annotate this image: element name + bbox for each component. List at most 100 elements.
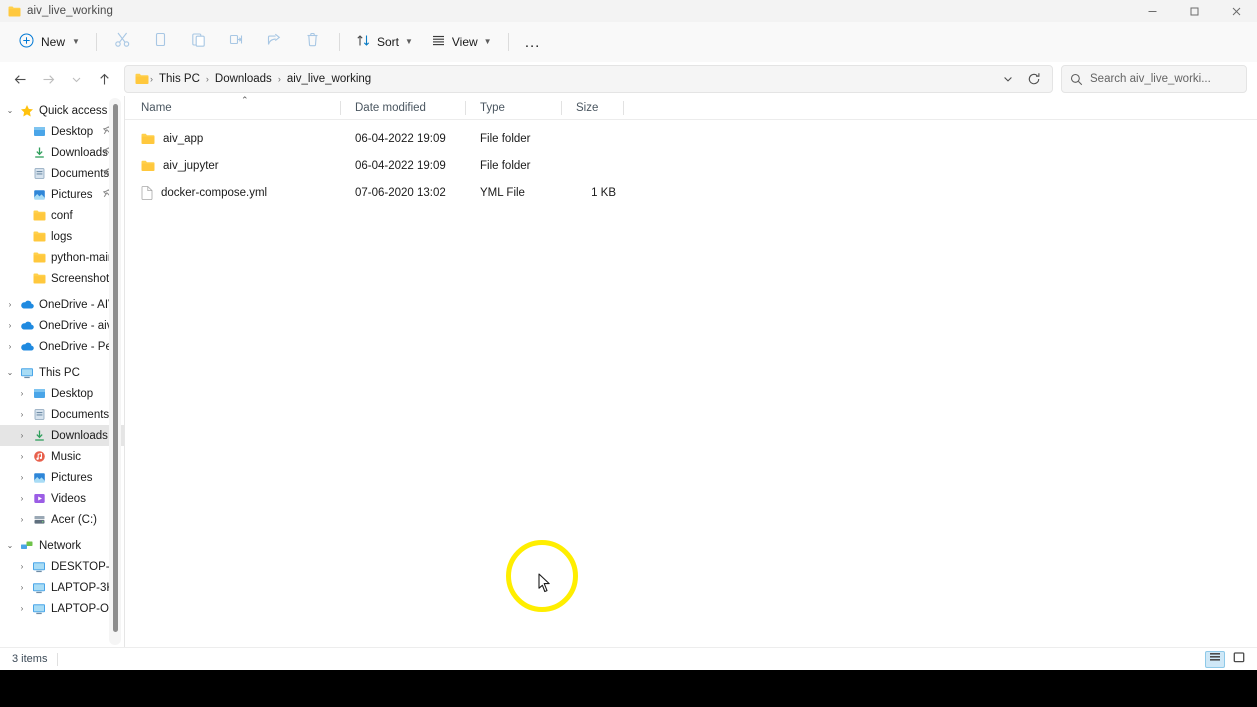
close-button[interactable]: [1215, 0, 1257, 22]
sidebar-item-laptop-3kefof[interactable]: › LAPTOP-3KEFOF: [0, 577, 124, 598]
chevron-right-icon[interactable]: ›: [14, 583, 30, 592]
chevron-right-icon[interactable]: ›: [14, 410, 30, 419]
maximize-button[interactable]: [1173, 0, 1215, 22]
chevron-down-icon[interactable]: ⌄: [2, 541, 18, 550]
file-date-cell: 06-04-2022 19:09: [355, 159, 446, 172]
share-button[interactable]: [256, 27, 294, 57]
chevron-down-icon[interactable]: ⌄: [2, 368, 18, 377]
chevron-right-icon[interactable]: ›: [14, 452, 30, 461]
column-header-size[interactable]: Size: [562, 96, 624, 120]
forward-button[interactable]: [34, 65, 62, 93]
search-icon: [1070, 73, 1083, 86]
sidebar-item-videos[interactable]: › Videos: [0, 488, 124, 509]
address-bar-actions: [996, 67, 1046, 91]
sidebar-item-desktop-6t51e[interactable]: › DESKTOP-6T51E: [0, 556, 124, 577]
sidebar-item-conf[interactable]: conf: [0, 205, 124, 226]
breadcrumb-item-downloads[interactable]: Downloads: [210, 71, 277, 87]
paste-button[interactable]: [180, 27, 218, 57]
sidebar-item-label: OneDrive - AIVHU: [39, 298, 120, 311]
chevron-down-icon: ▼: [72, 37, 80, 46]
table-row[interactable]: aiv_app 06-04-2022 19:09 File folder: [125, 125, 1257, 152]
file-type-cell: File folder: [480, 132, 531, 145]
new-button[interactable]: New ▼: [12, 28, 89, 56]
minimize-button[interactable]: [1131, 0, 1173, 22]
sidebar-item-pictures-quick[interactable]: Pictures: [0, 184, 124, 205]
ellipsis-icon: ...: [524, 33, 541, 51]
up-button[interactable]: [90, 65, 118, 93]
chevron-right-icon[interactable]: ›: [2, 321, 18, 330]
sidebar-item-screenshots[interactable]: Screenshots: [0, 268, 124, 289]
sidebar-item-label: Videos: [51, 492, 86, 505]
column-header-name[interactable]: Name ⌃: [141, 94, 341, 120]
cut-button[interactable]: [104, 27, 142, 57]
sidebar-item-music[interactable]: › Music: [0, 446, 124, 467]
delete-button[interactable]: [294, 27, 332, 57]
file-size-cell: 1 KB: [591, 186, 616, 199]
sidebar-item-onedrive-aivhu[interactable]: › OneDrive - AIVHU: [0, 294, 124, 315]
sidebar-item-label: Screenshots: [51, 272, 115, 285]
sidebar-item-label: Desktop: [51, 125, 94, 138]
sidebar-item-onedrive-personal[interactable]: › OneDrive - Person: [0, 336, 124, 357]
chevron-right-icon[interactable]: ›: [14, 431, 30, 440]
copy-button[interactable]: [142, 27, 180, 57]
sidebar-item-logs[interactable]: logs: [0, 226, 124, 247]
sidebar-item-onedrive-aivhub[interactable]: › OneDrive - aivhub: [0, 315, 124, 336]
sidebar-item-this-pc[interactable]: ⌄ This PC: [0, 362, 124, 383]
window-title: aiv_live_working: [27, 5, 113, 17]
documents-icon: [30, 167, 48, 180]
sidebar-scrollbar[interactable]: [109, 98, 121, 645]
chevron-right-icon[interactable]: ›: [14, 604, 30, 613]
table-row[interactable]: docker-compose.yml 07-06-2020 13:02 YML …: [125, 179, 1257, 206]
folder-icon: [30, 210, 48, 221]
refresh-button[interactable]: [1022, 67, 1046, 91]
sidebar-item-laptop-on5q6[interactable]: › LAPTOP-ON5Q6: [0, 598, 124, 619]
sidebar-item-quick-access[interactable]: ⌄ Quick access: [0, 100, 124, 121]
chevron-right-icon[interactable]: ›: [14, 515, 30, 524]
table-row[interactable]: aiv_jupyter 06-04-2022 19:09 File folder: [125, 152, 1257, 179]
file-list-pane: Name ⌃ Date modified Type Size aiv_app 0…: [125, 94, 1257, 647]
sidebar-item-documents-quick[interactable]: Documents: [0, 163, 124, 184]
chevron-right-icon[interactable]: ›: [14, 494, 30, 503]
computer-icon: [30, 603, 48, 615]
sidebar-item-documents-pc[interactable]: › Documents: [0, 404, 124, 425]
chevron-right-icon[interactable]: ›: [2, 342, 18, 351]
sidebar-scrollbar-thumb[interactable]: [112, 104, 118, 632]
sidebar-item-python-main[interactable]: python-main: [0, 247, 124, 268]
sort-button[interactable]: Sort ▼: [347, 27, 422, 57]
sidebar-item-downloads-quick[interactable]: Downloads: [0, 142, 124, 163]
chevron-right-icon[interactable]: ›: [14, 389, 30, 398]
item-count: 3 items: [12, 653, 48, 665]
sidebar-item-desktop-quick[interactable]: Desktop: [0, 121, 124, 142]
breadcrumb-item-this-pc[interactable]: This PC: [154, 71, 205, 87]
sidebar-item-pictures-pc[interactable]: › Pictures: [0, 467, 124, 488]
title-bar: aiv_live_working: [0, 0, 1257, 22]
details-view-button[interactable]: [1205, 650, 1225, 668]
navigation-pane: ⌄ Quick access Desktop Downloads Documen…: [0, 96, 124, 647]
chevron-right-icon[interactable]: ›: [14, 473, 30, 482]
chevron-right-icon[interactable]: ›: [14, 562, 30, 571]
more-options-button[interactable]: ...: [516, 27, 550, 57]
breadcrumb-bar[interactable]: › This PC › Downloads › aiv_live_working: [124, 65, 1053, 93]
sidebar-item-label: Downloads: [51, 146, 108, 159]
large-icons-view-button[interactable]: [1229, 651, 1249, 668]
previous-locations-button[interactable]: [996, 67, 1020, 91]
sidebar-item-network[interactable]: ⌄ Network: [0, 535, 124, 556]
file-name: docker-compose.yml: [161, 186, 268, 199]
chevron-right-icon[interactable]: ›: [2, 300, 18, 309]
rename-button[interactable]: [218, 27, 256, 57]
sidebar-item-desktop-pc[interactable]: › Desktop: [0, 383, 124, 404]
breadcrumb-item-aiv-live-working[interactable]: aiv_live_working: [282, 71, 376, 87]
sidebar-item-label: Downloads: [51, 429, 108, 442]
sort-ascending-icon: ⌃: [241, 94, 249, 105]
chevron-down-icon[interactable]: ⌄: [2, 106, 18, 115]
back-button[interactable]: [6, 65, 34, 93]
column-header-type[interactable]: Type: [466, 96, 562, 120]
view-button[interactable]: View ▼: [422, 27, 501, 57]
search-input[interactable]: Search aiv_live_worki...: [1061, 65, 1247, 93]
sidebar-item-acer-c-drive[interactable]: › Acer (C:): [0, 509, 124, 530]
sidebar-item-downloads-pc[interactable]: › Downloads: [0, 425, 124, 446]
folder-icon: [135, 73, 149, 85]
column-header-date-modified[interactable]: Date modified: [341, 96, 466, 120]
column-resize-handle[interactable]: [623, 100, 624, 115]
recent-locations-button[interactable]: [62, 65, 90, 93]
